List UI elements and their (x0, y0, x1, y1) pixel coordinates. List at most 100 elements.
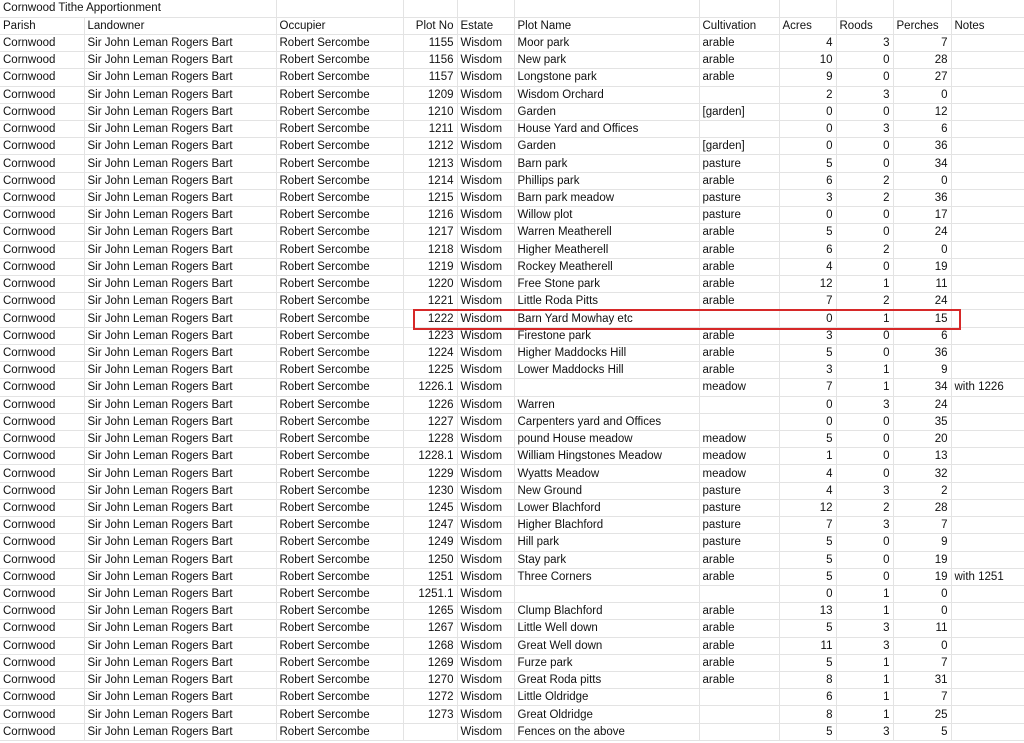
cell-cultivation[interactable]: arable (699, 671, 780, 690)
cell-landowner[interactable]: Sir John Leman Rogers Bart (84, 396, 277, 414)
cell-estate[interactable]: Wisdom (457, 551, 515, 569)
cell-estate[interactable]: Wisdom (457, 344, 515, 363)
cell-occupier[interactable]: Robert Sercombe (276, 86, 404, 104)
cell-cultivation[interactable]: [garden] (699, 103, 780, 122)
cell-occupier[interactable]: Robert Sercombe (276, 34, 404, 53)
cell-cultivation[interactable]: [garden] (699, 137, 780, 156)
cell-estate[interactable]: Wisdom (457, 447, 515, 466)
cell-parish[interactable]: Cornwood (0, 413, 85, 431)
header-notes[interactable]: Notes (951, 17, 1024, 35)
cell-roods[interactable]: 1 (836, 309, 894, 328)
cell-notes[interactable] (951, 637, 1024, 655)
cell-parish[interactable]: Cornwood (0, 309, 85, 328)
cell-plot-name[interactable]: House Yard and Offices (514, 120, 700, 139)
cell-plot-no[interactable]: 1230 (403, 482, 458, 500)
cell-roods[interactable]: 0 (836, 464, 894, 483)
cell-perches[interactable]: 19 (893, 258, 952, 277)
cell-parish[interactable]: Cornwood (0, 654, 85, 673)
cell-occupier[interactable]: Robert Sercombe (276, 396, 404, 414)
cell-parish[interactable]: Cornwood (0, 206, 85, 225)
cell-plot-no[interactable]: 1268 (403, 637, 458, 655)
cell-notes[interactable] (951, 275, 1024, 294)
cell-plot-name[interactable]: Stay park (514, 551, 700, 569)
cell-roods[interactable]: 0 (836, 137, 894, 156)
cell[interactable] (514, 0, 700, 18)
cell-occupier[interactable]: Robert Sercombe (276, 499, 404, 518)
cell-landowner[interactable]: Sir John Leman Rogers Bart (84, 137, 277, 156)
cell-perches[interactable]: 0 (893, 241, 952, 259)
cell-acres[interactable]: 8 (779, 705, 837, 724)
cell-notes[interactable] (951, 258, 1024, 277)
cell-occupier[interactable]: Robert Sercombe (276, 447, 404, 466)
cell-parish[interactable]: Cornwood (0, 551, 85, 569)
cell-occupier[interactable]: Robert Sercombe (276, 327, 404, 345)
cell-cultivation[interactable]: pasture (699, 154, 780, 173)
cell-estate[interactable]: Wisdom (457, 172, 515, 190)
cell-occupier[interactable]: Robert Sercombe (276, 378, 404, 397)
cell-perches[interactable]: 11 (893, 619, 952, 638)
cell-perches[interactable]: 2 (893, 482, 952, 500)
cell-perches[interactable]: 36 (893, 189, 952, 208)
cell-roods[interactable]: 0 (836, 413, 894, 431)
cell-parish[interactable]: Cornwood (0, 585, 85, 604)
cell-roods[interactable]: 0 (836, 344, 894, 363)
cell-occupier[interactable]: Robert Sercombe (276, 654, 404, 673)
cell-occupier[interactable]: Robert Sercombe (276, 189, 404, 208)
cell-landowner[interactable]: Sir John Leman Rogers Bart (84, 86, 277, 104)
cell-landowner[interactable]: Sir John Leman Rogers Bart (84, 568, 277, 586)
cell-plot-name[interactable]: Barn Yard Mowhay etc (514, 309, 700, 328)
cell-plot-no[interactable]: 1209 (403, 86, 458, 104)
cell-plot-no[interactable]: 1250 (403, 551, 458, 569)
cell-roods[interactable]: 0 (836, 103, 894, 122)
cell-parish[interactable]: Cornwood (0, 172, 85, 190)
cell-plot-no[interactable]: 1217 (403, 223, 458, 242)
cell-landowner[interactable]: Sir John Leman Rogers Bart (84, 464, 277, 483)
cell-perches[interactable]: 24 (893, 396, 952, 414)
cell-occupier[interactable]: Robert Sercombe (276, 137, 404, 156)
cell-parish[interactable]: Cornwood (0, 705, 85, 724)
cell-plot-name[interactable]: Lower Blachford (514, 499, 700, 518)
cell-landowner[interactable]: Sir John Leman Rogers Bart (84, 223, 277, 242)
cell-occupier[interactable]: Robert Sercombe (276, 68, 404, 87)
cell-plot-no[interactable]: 1212 (403, 137, 458, 156)
cell-estate[interactable]: Wisdom (457, 516, 515, 535)
cell-estate[interactable]: Wisdom (457, 275, 515, 294)
cell-occupier[interactable]: Robert Sercombe (276, 275, 404, 294)
cell-parish[interactable]: Cornwood (0, 619, 85, 638)
cell-landowner[interactable]: Sir John Leman Rogers Bart (84, 413, 277, 431)
cell-estate[interactable]: Wisdom (457, 292, 515, 311)
cell-notes[interactable] (951, 68, 1024, 87)
cell-estate[interactable]: Wisdom (457, 34, 515, 53)
cell-landowner[interactable]: Sir John Leman Rogers Bart (84, 241, 277, 259)
cell-roods[interactable]: 0 (836, 258, 894, 277)
cell-plot-no[interactable]: 1155 (403, 34, 458, 53)
cell-estate[interactable]: Wisdom (457, 654, 515, 673)
cell-occupier[interactable]: Robert Sercombe (276, 258, 404, 277)
cell-occupier[interactable]: Robert Sercombe (276, 120, 404, 139)
cell-cultivation[interactable]: meadow (699, 447, 780, 466)
cell-cultivation[interactable]: arable (699, 223, 780, 242)
cell-plot-name[interactable]: Garden (514, 103, 700, 122)
cell-plot-no[interactable]: 1210 (403, 103, 458, 122)
cell-cultivation[interactable]: pasture (699, 533, 780, 552)
cell-landowner[interactable]: Sir John Leman Rogers Bart (84, 206, 277, 225)
cell-acres[interactable]: 3 (779, 327, 837, 345)
cell-perches[interactable]: 7 (893, 516, 952, 535)
cell-estate[interactable]: Wisdom (457, 602, 515, 621)
header-perches[interactable]: Perches (893, 17, 952, 35)
cell-plot-name[interactable]: Hill park (514, 533, 700, 552)
cell-acres[interactable]: 0 (779, 413, 837, 431)
cell-perches[interactable]: 25 (893, 705, 952, 724)
cell-plot-no[interactable]: 1251.1 (403, 585, 458, 604)
cell-cultivation[interactable]: pasture (699, 189, 780, 208)
cell-roods[interactable]: 3 (836, 34, 894, 53)
cell-perches[interactable]: 0 (893, 585, 952, 604)
cell-parish[interactable]: Cornwood (0, 86, 85, 104)
cell-roods[interactable]: 0 (836, 447, 894, 466)
cell-occupier[interactable]: Robert Sercombe (276, 292, 404, 311)
cell-plot-no[interactable]: 1223 (403, 327, 458, 345)
cell-notes[interactable] (951, 309, 1024, 328)
cell-notes[interactable] (951, 430, 1024, 449)
cell-acres[interactable]: 5 (779, 344, 837, 363)
cell-plot-no[interactable]: 1228.1 (403, 447, 458, 466)
